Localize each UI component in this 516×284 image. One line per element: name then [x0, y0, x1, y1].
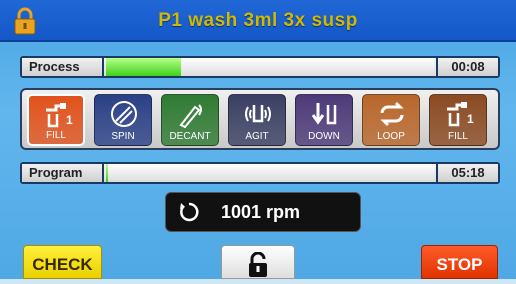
stop-button[interactable]: STOP	[421, 245, 498, 279]
step-label: DECANT	[169, 131, 211, 142]
step-label: LOOP	[377, 131, 405, 142]
step-label: DOWN	[308, 131, 340, 142]
rotate-icon	[180, 202, 199, 222]
step-strip: 1 FILL SPIN DECANT AGIT DOWN LOOP 1 FILL	[20, 88, 500, 150]
step-spin[interactable]: SPIN	[94, 94, 152, 146]
step-badge: 1	[467, 112, 474, 126]
down-icon	[311, 103, 337, 125]
fill-icon: 1	[46, 103, 73, 128]
process-time: 00:08	[436, 58, 498, 76]
decant-icon	[179, 104, 202, 129]
process-track	[106, 58, 434, 76]
spin-icon	[111, 101, 137, 127]
screen: P1 wash 3ml 3x susp Process 00:08 1 FILL…	[0, 0, 516, 279]
agitate-icon	[245, 105, 271, 123]
step-label: FILL	[45, 130, 66, 141]
lock-open-icon	[249, 252, 267, 277]
process-fill	[106, 58, 182, 76]
step-loop[interactable]: LOOP	[362, 94, 420, 146]
check-button[interactable]: CHECK	[23, 245, 102, 279]
fill-icon: 1	[447, 102, 474, 127]
step-fill-2[interactable]: 1 FILL	[429, 94, 487, 146]
step-label: SPIN	[111, 131, 135, 142]
program-progress-bar: Program 05:18	[20, 162, 500, 184]
unlock-button[interactable]	[221, 245, 295, 279]
rpm-display[interactable]: 1001 rpm	[165, 192, 361, 232]
step-label: FILL	[447, 131, 468, 142]
step-fill-1[interactable]: 1 FILL	[27, 94, 85, 146]
program-title: P1 wash 3ml 3x susp	[158, 10, 358, 31]
program-label: Program	[22, 164, 104, 182]
step-badge: 1	[66, 113, 73, 127]
program-fill	[106, 164, 108, 182]
program-time: 05:18	[436, 164, 498, 182]
title-bar: P1 wash 3ml 3x susp	[0, 0, 516, 42]
step-agit[interactable]: AGIT	[228, 94, 286, 146]
process-label: Process	[22, 58, 104, 76]
step-label: AGIT	[245, 131, 269, 142]
loop-icon	[380, 101, 404, 127]
process-progress-bar: Process 00:08	[20, 56, 500, 78]
program-track	[106, 164, 434, 182]
step-down[interactable]: DOWN	[295, 94, 353, 146]
rpm-value: 1001 rpm	[221, 202, 301, 222]
step-decant[interactable]: DECANT	[161, 94, 219, 146]
